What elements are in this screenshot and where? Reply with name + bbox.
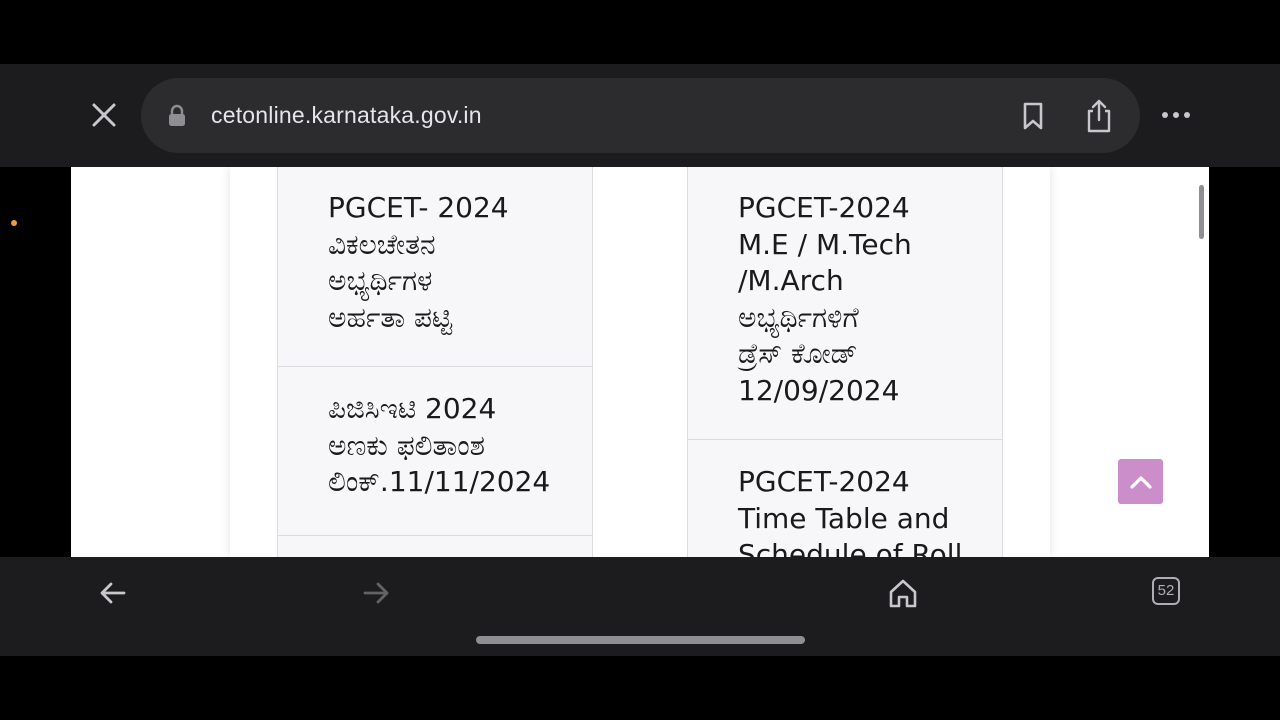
right-column: PGCET-2024 M.E / M.Tech /M.Arch ಅಭ್ಯರ್ಥಿ… — [687, 167, 1003, 557]
more-icon[interactable] — [1156, 97, 1196, 133]
link-text[interactable]: PGCET- 2024 ವಿಕಲಚೇತನ ಅಭ್ಯರ್ಥಿಗಳ ಅರ್ಹತಾ ಪ… — [328, 190, 578, 336]
scroll-to-top-button[interactable] — [1118, 459, 1163, 504]
status-dot — [11, 220, 17, 226]
page-content-container: PGCET- 2024 ವಿಕಲಚೇತನ ಅಭ್ಯರ್ಥಿಗಳ ಅರ್ಹತಾ ಪ… — [230, 167, 1050, 557]
home-indicator[interactable] — [476, 636, 805, 644]
left-column: PGCET- 2024 ವಿಕಲಚೇತನ ಅಭ್ಯರ್ಥಿಗಳ ಅರ್ಹತಾ ಪ… — [277, 167, 593, 557]
close-button[interactable] — [86, 97, 122, 133]
share-icon[interactable] — [1083, 98, 1115, 134]
list-item[interactable]: PGCET-2024 M.E / M.Tech /M.Arch ಅಭ್ಯರ್ಥಿ… — [687, 167, 1003, 440]
browser-bottom-bar: 52 — [0, 557, 1280, 656]
arrow-left-icon — [100, 582, 126, 604]
phone-screen: cetonline.karnataka.gov.in PGCET- 2024 ವ… — [0, 0, 1280, 720]
chevron-up-icon — [1129, 475, 1152, 489]
scrollbar[interactable] — [1199, 185, 1204, 239]
link-text[interactable]: PGCET-2024 M.E / M.Tech /M.Arch ಅಭ್ಯರ್ಥಿ… — [738, 190, 988, 410]
close-icon — [92, 103, 116, 127]
forward-button[interactable] — [356, 573, 396, 613]
back-button[interactable] — [93, 573, 133, 613]
home-icon — [889, 579, 917, 608]
address-bar[interactable]: cetonline.karnataka.gov.in — [141, 78, 1140, 153]
list-item[interactable] — [277, 535, 593, 557]
url-text[interactable]: cetonline.karnataka.gov.in — [211, 78, 482, 153]
lock-icon — [169, 104, 185, 126]
link-text[interactable]: ಪಿಜಿಸಿಇಟಿ 2024 ಅಣಕು ಫಲಿತಾಂಶ ಲಿಂಕ್.11/11/… — [328, 391, 578, 501]
list-item[interactable]: PGCET- 2024 ವಿಕಲಚೇತನ ಅಭ್ಯರ್ಥಿಗಳ ಅರ್ಹತಾ ಪ… — [277, 167, 593, 367]
web-page-viewport[interactable]: PGCET- 2024 ವಿಕಲಚೇತನ ಅಭ್ಯರ್ಥಿಗಳ ಅರ್ಹತಾ ಪ… — [71, 167, 1209, 557]
arrow-right-icon — [363, 582, 389, 604]
home-button[interactable] — [883, 573, 923, 613]
list-item[interactable]: PGCET-2024 Time Table and Schedule of Ro… — [687, 439, 1003, 557]
tabs-icon[interactable]: 52 — [1152, 577, 1180, 605]
list-item[interactable]: ಪಿಜಿಸಿಇಟಿ 2024 ಅಣಕು ಫಲಿತಾಂಶ ಲಿಂಕ್.11/11/… — [277, 366, 593, 536]
bookmark-icon[interactable] — [1017, 100, 1049, 132]
link-text[interactable]: PGCET-2024 Time Table and Schedule of Ro… — [738, 464, 988, 557]
browser-top-bar: cetonline.karnataka.gov.in — [0, 64, 1280, 167]
